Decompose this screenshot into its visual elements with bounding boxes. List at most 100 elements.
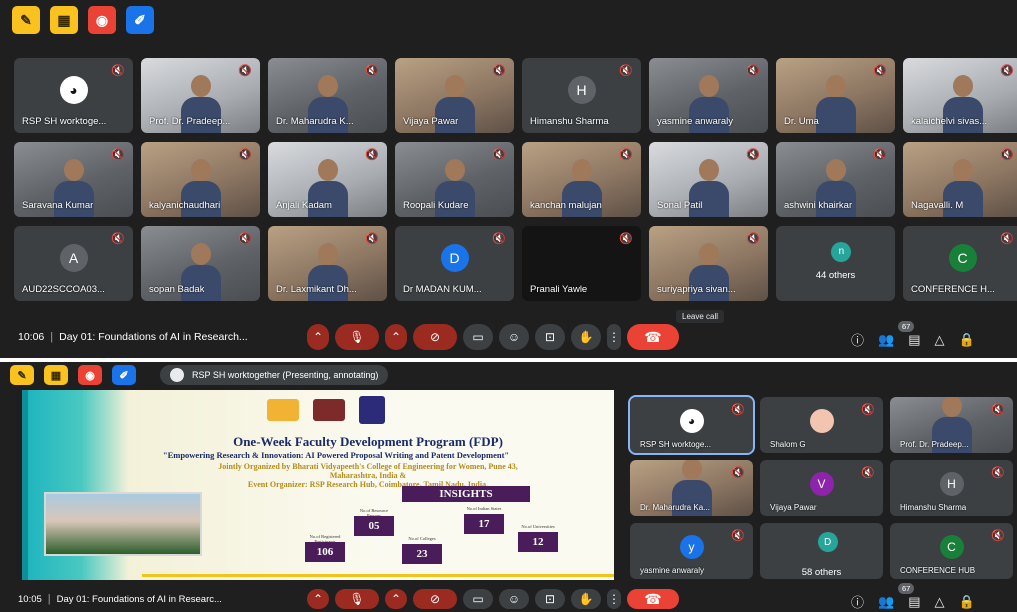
participant-tile[interactable]: 🔇 Nagavalli. M [903,142,1017,217]
avatar: H [939,471,964,496]
mic-muted-button[interactable]: 🎙 [335,324,379,350]
participant-tile[interactable]: 🔇 Dr. Uma [776,58,895,133]
participant-tile[interactable]: 🔇 yasmine anwaraly [649,58,768,133]
mic-muted-icon: 🔇 [619,65,633,77]
insight-stat-value: 05 [354,516,394,536]
participant-tile[interactable]: C 🔇 CONFERENCE H... [903,226,1017,301]
camera-options-button[interactable]: ⌃ [385,324,407,350]
mic-muted-icon: 🔇 [991,467,1005,479]
participant-tile[interactable]: ◕ 🔇 RSP SH worktoge... [14,58,133,133]
participant-tile[interactable]: H 🔇 Himanshu Sharma [522,58,641,133]
record-icon[interactable]: ◉ [78,365,102,385]
others-count-label: 44 others [815,270,856,281]
participant-name: sopan Badak [149,284,205,295]
participant-tile[interactable]: 🔇 Prof. Dr. Pradeep... [890,397,1013,453]
participant-name: Dr. Maharudra K... [276,116,354,127]
present-button[interactable]: ⊡ [535,324,565,350]
insight-stat-value: 12 [518,532,558,552]
participant-name: Anjali Kadam [276,200,332,211]
participant-tile[interactable]: C 🔇 CONFERENCE HUB [890,523,1013,579]
participant-tile[interactable]: 🔇 kanchan malujan [522,142,641,217]
host-controls-icon[interactable]: 🔒 [959,594,975,610]
present-button[interactable]: ⊡ [535,589,565,609]
activities-icon[interactable]: △ [935,594,945,610]
host-controls-icon[interactable]: 🔒 [959,332,975,348]
marker-icon[interactable]: ✎ [12,6,40,34]
extension-toolbar: ✎ ▦ ◉ ✐ [0,0,1017,40]
frame-icon[interactable]: ▦ [50,6,78,34]
participant-grid: ◕ 🔇 RSP SH worktoge... 🔇 Prof. Dr. Pradeep..… [14,58,1017,301]
presentation-view: ✎ ▦ ◉ ✐ RSP SH worktogether (Presenting,… [0,362,1017,612]
camera-options-button[interactable]: ⌃ [385,589,407,609]
participant-tile[interactable]: A 🔇 AUD22SCCOA03... [14,226,133,301]
participant-tile[interactable]: 🔇 Dr. Maharudra K... [268,58,387,133]
participant-tile[interactable]: 🔇 Prof. Dr. Pradeep... [141,58,260,133]
participant-name: Vijaya Pawar [403,116,459,127]
more-options-button[interactable]: ⋮ [607,324,621,350]
info-icon[interactable]: ⓘ [851,592,864,611]
mic-muted-icon: 🔇 [619,149,633,161]
camera-off-button[interactable]: ⊘ [413,589,457,609]
participant-tile[interactable]: 🔇 Dr. Laxmikant Dh... [268,226,387,301]
emoji-button[interactable]: ☺ [499,589,529,609]
participant-tile[interactable]: 🔇 Vijaya Pawar [395,58,514,133]
captions-button[interactable]: ▭ [463,589,493,609]
presenter-chip[interactable]: RSP SH worktogether (Presenting, annotat… [160,365,389,385]
participant-tile[interactable]: D 🔇 Dr MADAN KUM... [395,226,514,301]
frame-icon[interactable]: ▦ [44,365,68,385]
marker-icon[interactable]: ✎ [10,365,34,385]
participant-tile[interactable]: 🔇 suriyapriya sivan... [649,226,768,301]
mic-muted-icon: 🔇 [1000,65,1014,77]
participant-name: Nagavalli. M [911,200,964,211]
participant-name: RSP SH worktoge... [22,116,107,127]
more-options-button[interactable]: ⋮ [607,589,621,609]
participant-name: Prof. Dr. Pradeep... [149,116,231,127]
chat-icon[interactable]: ▤ [908,332,920,348]
participant-tile[interactable]: 🔇 Shalom G [760,397,883,453]
record-icon[interactable]: ◉ [88,6,116,34]
participant-tile[interactable]: 🔇 ashwini khairkar [776,142,895,217]
participant-tile[interactable]: 🔇 kalyanichaudhari [141,142,260,217]
leave-call-button[interactable]: ☎ [627,324,679,350]
insight-stat-value: 17 [464,514,504,534]
participant-tile[interactable]: y 🔇 yasmine anwaraly [630,523,753,579]
annotate-icon[interactable]: ✐ [126,6,154,34]
people-icon[interactable]: 👥 [878,332,894,348]
participant-tile[interactable]: n 44 others [776,226,895,301]
side-participant-grid: ◕ 🔇 RSP SH worktoge... 🔇 Shalom G 🔇 Prof. Dr. … [628,395,1013,579]
mic-muted-icon: 🔇 [746,233,760,245]
info-icon[interactable]: ⓘ [851,330,864,349]
participant-tile[interactable]: 🔇 Sonal Patil [649,142,768,217]
participant-tile[interactable]: 🔇 kalaichelvi sivas... [903,58,1017,133]
camera-off-button[interactable]: ⊘ [413,324,457,350]
raise-hand-button[interactable]: ✋ [571,589,601,609]
leave-call-button[interactable]: ☎ [627,589,679,609]
raise-hand-button[interactable]: ✋ [571,324,601,350]
separator: | [50,331,54,343]
participant-name: Himanshu Sharma [900,503,967,512]
participant-name: kalaichelvi sivas... [911,116,988,127]
participant-tile[interactable]: 🔇 Dr. Maharudra Ka... [630,460,753,516]
activities-icon[interactable]: △ [935,332,945,348]
participant-tile[interactable]: ◕ 🔇 RSP SH worktoge... [628,395,755,455]
participant-name: CONFERENCE H... [911,284,995,295]
participant-tile[interactable]: 🔇 sopan Badak [141,226,260,301]
meeting-title: Day 01: Foundations of AI in Researc... [56,593,222,605]
participant-tile[interactable]: H 🔇 Himanshu Sharma [890,460,1013,516]
participant-tile[interactable]: V 🔇 Vijaya Pawar [760,460,883,516]
chat-icon[interactable]: ▤ [908,594,920,610]
participant-tile[interactable]: 🔇 Roopali Kudare [395,142,514,217]
participant-name: AUD22SCCOA03... [22,284,105,295]
annotate-icon[interactable]: ✐ [112,365,136,385]
mic-muted-button[interactable]: 🎙 [335,589,379,609]
participant-tile[interactable]: 🔇 Anjali Kadam [268,142,387,217]
mic-options-button[interactable]: ⌃ [307,589,329,609]
mic-options-button[interactable]: ⌃ [307,324,329,350]
captions-button[interactable]: ▭ [463,324,493,350]
participant-tile[interactable]: D 58 others [760,523,883,579]
participant-tile[interactable]: 🔇 Pranali Yawle [522,226,641,301]
participant-name: kalyanichaudhari [149,200,221,211]
people-icon[interactable]: 👥 [878,594,894,610]
emoji-button[interactable]: ☺ [499,324,529,350]
participant-tile[interactable]: 🔇 Saravana Kumar [14,142,133,217]
